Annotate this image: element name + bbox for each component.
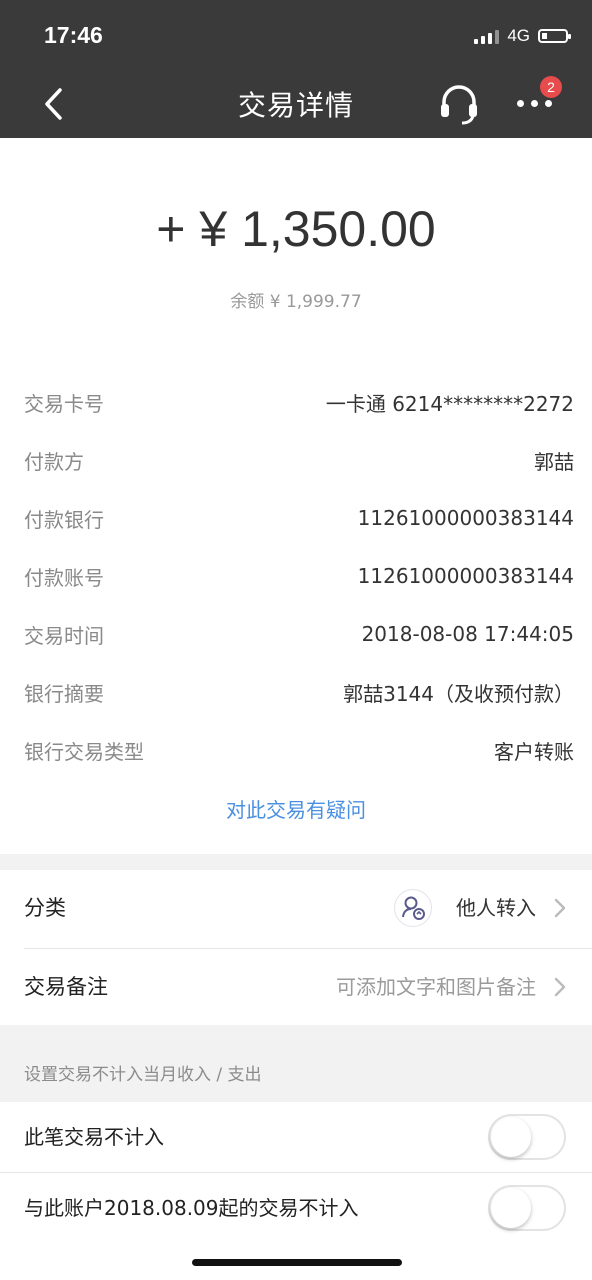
detail-row-card: 交易卡号 一卡通 6214********2272 (24, 382, 574, 422)
exclude-section-note: 设置交易不计入当月收入 / 支出 (24, 1065, 262, 1085)
exclude-this-toggle[interactable] (488, 1114, 566, 1160)
battery-icon (538, 29, 571, 43)
headset-icon (441, 85, 477, 125)
toggle-row-account-transactions: 与此账户2018.08.09起的交易不计入 (0, 1173, 592, 1243)
detail-value: 一卡通 6214********2272 (325, 391, 574, 416)
chevron-right-icon (554, 898, 566, 918)
signal-icon (474, 28, 500, 44)
detail-label: 付款方 (24, 449, 84, 474)
detail-row-payer-account: 付款账号 11261000000383144 (24, 556, 574, 596)
home-indicator (192, 1259, 402, 1266)
detail-label: 交易卡号 (24, 391, 104, 416)
exclude-account-toggle[interactable] (488, 1185, 566, 1231)
category-row[interactable]: 分类 他人转入 (0, 870, 592, 946)
detail-label: 银行摘要 (24, 681, 104, 706)
detail-value: 11261000000383144 (357, 506, 574, 530)
detail-label: 付款银行 (24, 507, 104, 532)
header-bar: 17:46 4G 交易详情 2 (0, 0, 592, 138)
detail-value: 郭喆3144（及收预付款） (343, 681, 574, 706)
detail-label: 付款账号 (24, 565, 104, 590)
detail-row-summary: 银行摘要 郭喆3144（及收预付款） (24, 672, 574, 712)
detail-value: 客户转账 (494, 739, 574, 764)
toggle-label: 此笔交易不计入 (24, 1125, 164, 1149)
customer-service-button[interactable] (436, 82, 482, 126)
detail-row-type: 银行交易类型 客户转账 (24, 730, 574, 770)
detail-label: 交易时间 (24, 623, 104, 648)
notification-badge: 2 (540, 76, 562, 98)
balance-text: 余额 ¥ 1,999.77 (230, 292, 362, 312)
category-value: 他人转入 (456, 896, 536, 920)
detail-row-time: 交易时间 2018-08-08 17:44:05 (24, 614, 574, 654)
remark-label: 交易备注 (24, 975, 108, 999)
person-transfer-icon (394, 889, 432, 927)
toggle-label: 与此账户2018.08.09起的交易不计入 (24, 1196, 359, 1220)
more-icon (517, 100, 552, 107)
status-indicators: 4G (474, 24, 571, 48)
chevron-right-icon (554, 977, 566, 997)
question-transaction-link[interactable]: 对此交易有疑问 (0, 794, 592, 823)
status-time: 17:46 (44, 22, 103, 48)
remark-row[interactable]: 交易备注 可添加文字和图片备注 (0, 949, 592, 1025)
page-title: 交易详情 (237, 89, 354, 122)
category-label: 分类 (24, 896, 66, 920)
detail-value: 11261000000383144 (357, 564, 574, 588)
transaction-amount: + ¥ 1,350.00 (156, 201, 436, 257)
remark-placeholder: 可添加文字和图片备注 (336, 975, 536, 999)
section-separator (0, 854, 592, 870)
detail-value: 郭喆 (534, 449, 574, 474)
detail-row-payer-bank: 付款银行 11261000000383144 (24, 498, 574, 538)
more-button[interactable]: 2 (512, 76, 562, 124)
detail-row-payer: 付款方 郭喆 (24, 440, 574, 480)
detail-value: 2018-08-08 17:44:05 (361, 622, 574, 646)
detail-label: 银行交易类型 (24, 739, 144, 764)
network-type: 4G (507, 26, 530, 45)
toggle-row-this-transaction: 此笔交易不计入 (0, 1102, 592, 1172)
